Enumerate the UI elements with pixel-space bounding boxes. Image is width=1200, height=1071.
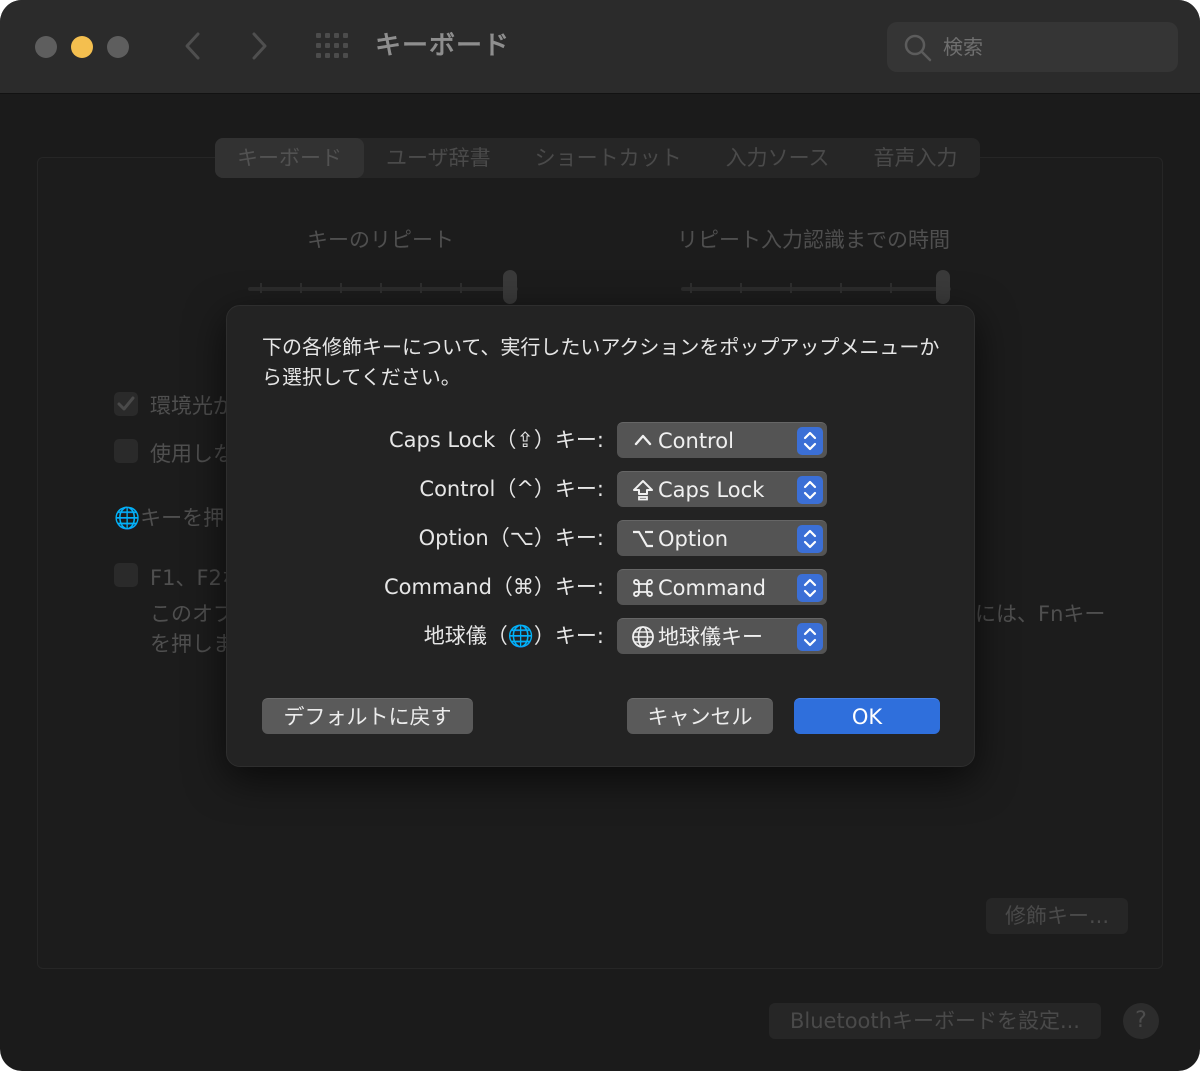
option-icon (633, 530, 653, 548)
option-key-label: Option（⌥）キー: (418, 526, 604, 550)
command-key-popup[interactable]: Command (617, 569, 827, 605)
delay-until-repeat-label: リピート入力認識までの時間 (677, 228, 950, 252)
popup-value: Control (658, 429, 734, 453)
caps-lock-icon (633, 480, 653, 501)
modifier-keys-sheet: 下の各修飾キーについて、実行したいアクションをポップアップメニューから選択してく… (226, 305, 975, 767)
slider-tick (790, 283, 792, 293)
help-button[interactable]: ? (1123, 1003, 1159, 1039)
fkeys-description-line2: を押しま (150, 632, 234, 656)
minimize-window-button[interactable] (71, 36, 93, 58)
setup-bluetooth-keyboard-button[interactable]: Bluetoothキーボードを設定... (769, 1003, 1101, 1039)
restore-defaults-button[interactable]: デフォルトに戻す (262, 698, 473, 734)
ambient-light-checkbox[interactable] (114, 392, 138, 416)
popup-value: Option (658, 527, 729, 551)
modifier-keys-button[interactable]: 修飾キー... (986, 898, 1128, 934)
key-repeat-label: キーのリピート (307, 228, 454, 252)
popup-value: Command (658, 576, 766, 600)
popup-value: 地球儀キー (658, 625, 763, 649)
caps-lock-key-popup[interactable]: Control (617, 422, 827, 458)
delay-slider-track[interactable] (681, 287, 951, 291)
title-bar: キーボード (0, 0, 1200, 94)
slider-tick (380, 283, 382, 293)
unused-backlight-label: 使用しな (150, 442, 234, 466)
show-all-grid-icon[interactable] (315, 32, 349, 60)
popup-stepper-icon (797, 623, 823, 651)
slider-tick (260, 283, 262, 293)
zoom-window-button[interactable] (107, 36, 129, 58)
tab-input-sources[interactable]: 入力ソース (704, 138, 852, 178)
control-key-popup[interactable]: Caps Lock (617, 471, 827, 507)
globe-key-label: 🌐キーを押 (114, 506, 225, 530)
checkmark-icon (117, 396, 135, 411)
slider-tick (690, 283, 692, 293)
globe-icon (632, 626, 654, 648)
popup-stepper-icon (797, 574, 823, 602)
slider-tick (840, 283, 842, 293)
slider-tick (340, 283, 342, 293)
ok-button[interactable]: OK (794, 698, 940, 734)
control-caret-icon (634, 434, 652, 446)
preferences-window: キーボード キーボード ユーザ辞書 ショートカット 入力ソース 音声入力 キーの… (0, 0, 1200, 1071)
command-icon (633, 579, 653, 597)
tab-bar: キーボード ユーザ辞書 ショートカット 入力ソース 音声入力 (215, 138, 980, 178)
globe-key-row-label: 地球儀（🌐）キー: (423, 624, 604, 648)
slider-tick (420, 283, 422, 293)
control-key-label: Control（^）キー: (419, 477, 604, 501)
search-field[interactable] (887, 22, 1178, 72)
search-icon (904, 34, 932, 62)
sheet-description: 下の各修飾キーについて、実行したいアクションをポップアップメニューから選択してく… (262, 335, 940, 389)
tab-user-dictionary[interactable]: ユーザ辞書 (364, 138, 513, 178)
tab-dictation[interactable]: 音声入力 (852, 138, 980, 178)
slider-tick (460, 283, 462, 293)
caps-lock-key-label: Caps Lock（⇪）キー: (388, 428, 604, 452)
back-chevron-icon[interactable] (178, 28, 208, 64)
slider-tick (890, 283, 892, 293)
slider-tick (740, 283, 742, 293)
cancel-button[interactable]: キャンセル (627, 698, 773, 734)
key-repeat-slider-track[interactable] (248, 287, 518, 291)
forward-chevron-icon[interactable] (244, 28, 274, 64)
popup-stepper-icon (797, 476, 823, 504)
globe-key-popup[interactable]: 地球儀キー (617, 618, 827, 654)
fkeys-description-line1: このオプ (150, 602, 234, 626)
fkeys-checkbox[interactable] (114, 563, 138, 587)
close-window-button[interactable] (35, 36, 57, 58)
fkeys-description-right: には、Fnキー (975, 602, 1106, 626)
key-repeat-slider-knob[interactable] (503, 270, 517, 304)
tab-keyboard[interactable]: キーボード (215, 138, 364, 178)
tab-shortcuts[interactable]: ショートカット (513, 138, 704, 178)
option-key-popup[interactable]: Option (617, 520, 827, 556)
search-input[interactable] (943, 32, 1163, 62)
command-key-label: Command（⌘）キー: (383, 575, 604, 599)
popup-stepper-icon (797, 427, 823, 455)
popup-value: Caps Lock (658, 478, 765, 502)
slider-tick (300, 283, 302, 293)
unused-backlight-checkbox[interactable] (114, 439, 138, 463)
popup-stepper-icon (797, 525, 823, 553)
ambient-light-label: 環境光が (150, 394, 234, 418)
window-title: キーボード (375, 31, 511, 61)
delay-slider-knob[interactable] (936, 270, 950, 304)
